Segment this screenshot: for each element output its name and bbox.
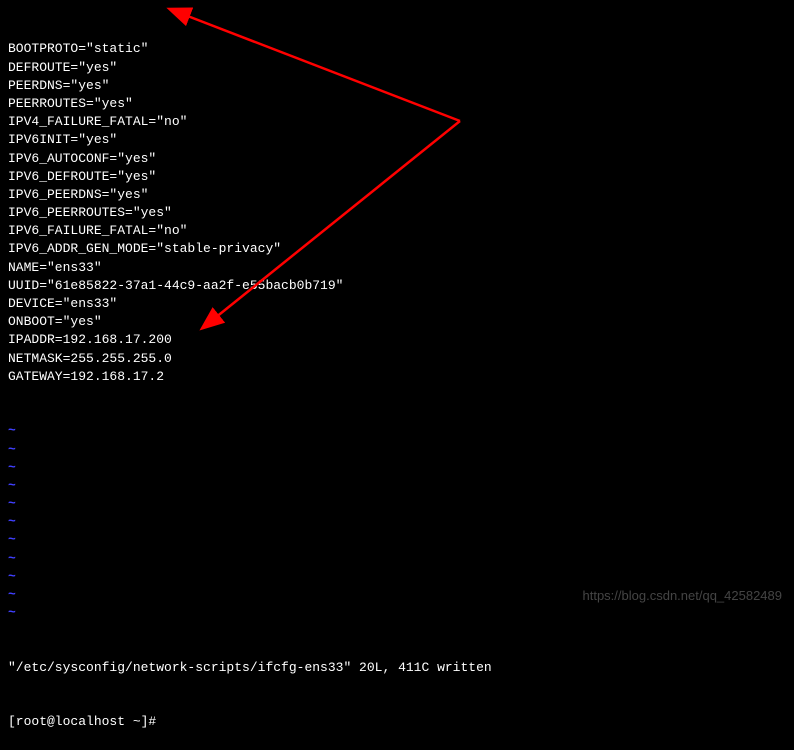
- watermark-text: https://blog.csdn.net/qq_42582489: [583, 588, 783, 603]
- config-line: IPV6_ADDR_GEN_MODE="stable-privacy": [8, 240, 786, 258]
- shell-prompt[interactable]: [root@localhost ~]#: [8, 713, 786, 731]
- vim-empty-line-marker: ~: [8, 513, 786, 531]
- vim-empty-line-marker: ~: [8, 568, 786, 586]
- vim-empty-line-marker: ~: [8, 477, 786, 495]
- config-line: UUID="61e85822-37a1-44c9-aa2f-e55bacb0b7…: [8, 277, 786, 295]
- config-line: IPADDR=192.168.17.200: [8, 331, 786, 349]
- config-line: GATEWAY=192.168.17.2: [8, 368, 786, 386]
- vim-empty-line-marker: ~: [8, 531, 786, 549]
- vim-empty-line-marker: ~: [8, 604, 786, 622]
- config-line: ONBOOT="yes": [8, 313, 786, 331]
- config-line: IPV6_DEFROUTE="yes": [8, 168, 786, 186]
- config-line: IPV6INIT="yes": [8, 131, 786, 149]
- vim-empty-line-marker: ~: [8, 550, 786, 568]
- config-line: IPV6_FAILURE_FATAL="no": [8, 222, 786, 240]
- config-line: IPV6_PEERROUTES="yes": [8, 204, 786, 222]
- config-line: NETMASK=255.255.255.0: [8, 350, 786, 368]
- config-line: PEERROUTES="yes": [8, 95, 786, 113]
- vim-empty-line-marker: ~: [8, 459, 786, 477]
- vim-empty-line-marker: ~: [8, 441, 786, 459]
- vim-empty-line-marker: ~: [8, 422, 786, 440]
- config-line: PEERDNS="yes": [8, 77, 786, 95]
- config-line: NAME="ens33": [8, 259, 786, 277]
- config-line: IPV4_FAILURE_FATAL="no": [8, 113, 786, 131]
- config-line: IPV6_AUTOCONF="yes": [8, 150, 786, 168]
- config-line: BOOTPROTO="static": [8, 40, 786, 58]
- config-line: IPV6_PEERDNS="yes": [8, 186, 786, 204]
- vim-status-line: "/etc/sysconfig/network-scripts/ifcfg-en…: [8, 659, 786, 677]
- vim-empty-line-marker: ~: [8, 495, 786, 513]
- terminal-output[interactable]: BOOTPROTO="static"DEFROUTE="yes"PEERDNS=…: [8, 4, 786, 750]
- config-line: DEFROUTE="yes": [8, 59, 786, 77]
- config-line: DEVICE="ens33": [8, 295, 786, 313]
